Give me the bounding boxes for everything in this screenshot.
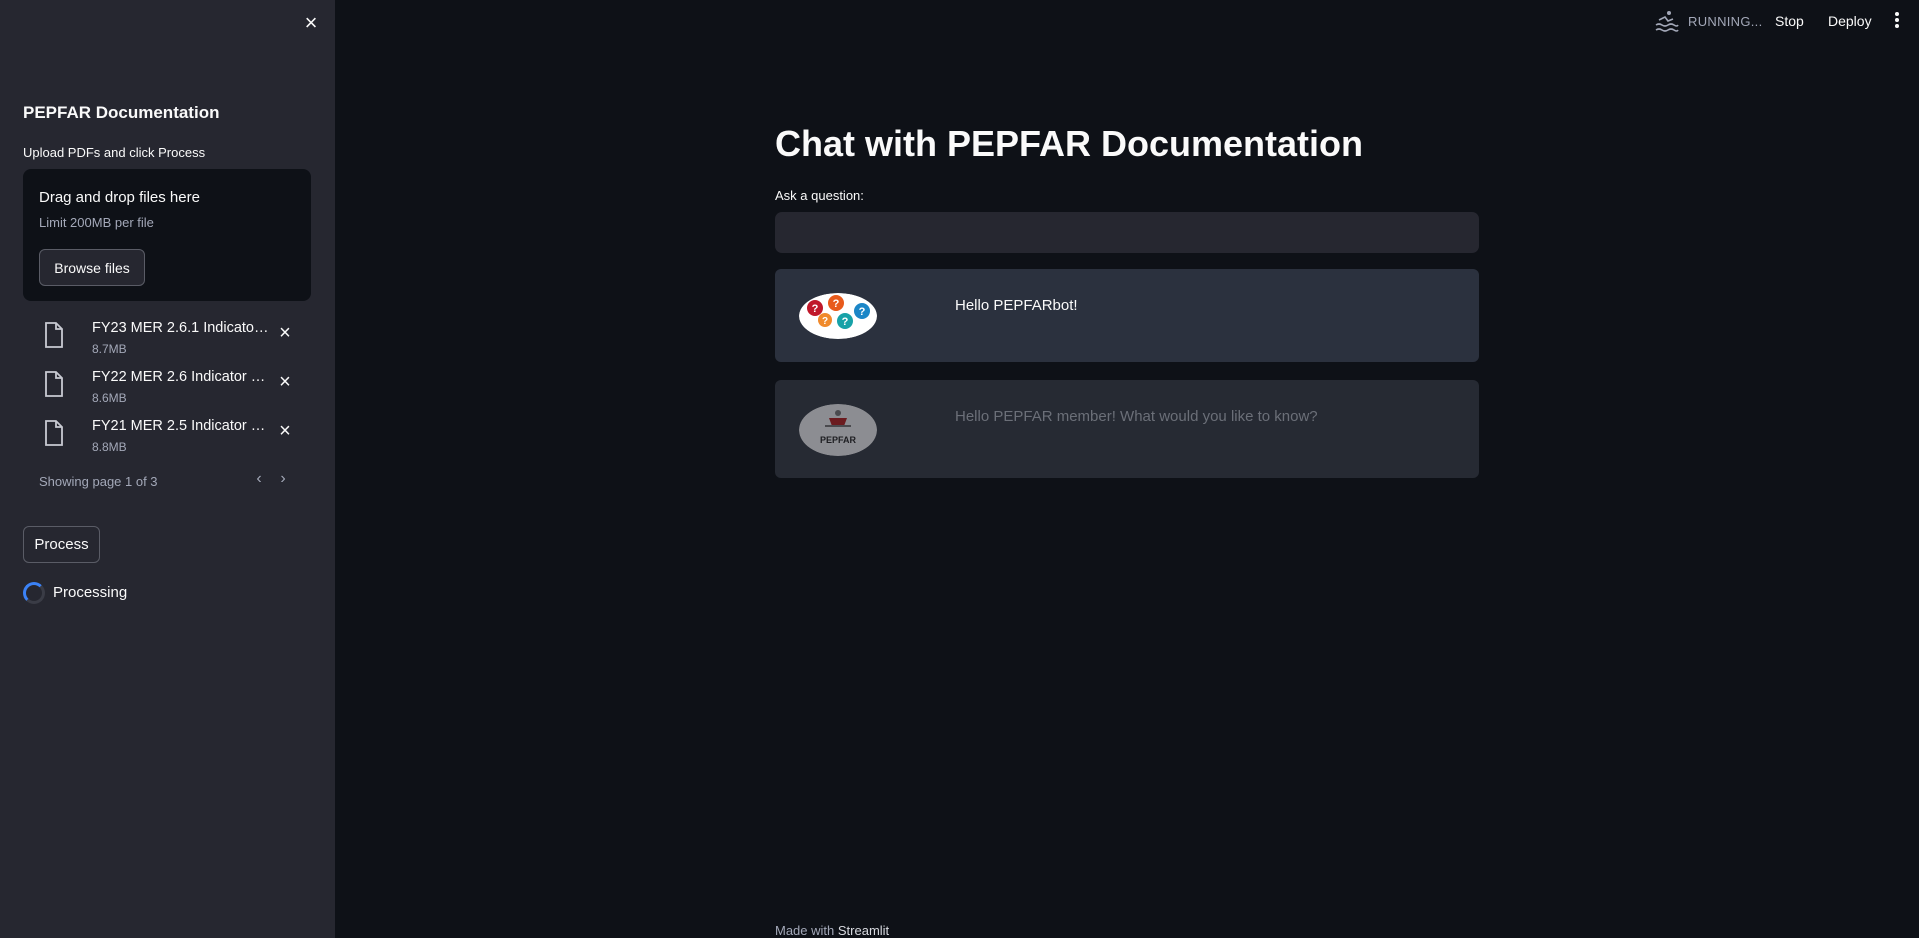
user-message: ? ? ? ? ? Hello PEPFARbot! xyxy=(775,269,1479,362)
running-status-icon xyxy=(1655,11,1679,32)
stop-button[interactable]: Stop xyxy=(1775,13,1804,29)
streamlit-link[interactable]: Streamlit xyxy=(838,923,889,938)
upload-label: Upload PDFs and click Process xyxy=(23,145,206,160)
bot-message: PEPFAR Hello PEPFAR member! What would y… xyxy=(775,380,1479,478)
file-name: FY22 MER 2.6 Indicator Reference Guide xyxy=(92,369,272,385)
svg-text:?: ? xyxy=(822,316,828,327)
file-name: FY21 MER 2.5 Indicator Reference Guide xyxy=(92,418,272,434)
remove-file-icon[interactable]: × xyxy=(276,323,294,343)
uploaded-file-item: FY22 MER 2.6 Indicator Reference Guide 8… xyxy=(40,369,310,415)
svg-text:?: ? xyxy=(859,306,866,318)
spinner-icon xyxy=(23,582,45,604)
file-dropzone[interactable]: Drag and drop files here Limit 200MB per… xyxy=(23,169,311,301)
question-input[interactable] xyxy=(775,212,1479,253)
bot-avatar-pepfar-logo-icon: PEPFAR xyxy=(799,404,877,456)
footer-prefix: Made with xyxy=(775,923,838,938)
chevron-left-icon[interactable]: ‹ xyxy=(249,470,269,492)
svg-text:?: ? xyxy=(833,298,840,310)
file-icon xyxy=(45,322,63,348)
running-status-text: RUNNING... xyxy=(1688,14,1763,29)
dropzone-limit: Limit 200MB per file xyxy=(39,215,154,230)
sidebar-title: PEPFAR Documentation xyxy=(23,103,220,122)
file-size: 8.7MB xyxy=(92,342,127,356)
chevron-right-icon[interactable]: › xyxy=(273,470,293,492)
sidebar: × PEPFAR Documentation Upload PDFs and c… xyxy=(0,0,335,938)
file-size: 8.8MB xyxy=(92,440,127,454)
question-label: Ask a question: xyxy=(775,188,864,203)
processing-label: Processing xyxy=(53,584,128,601)
user-avatar-question-bubbles-icon: ? ? ? ? ? xyxy=(799,293,877,339)
footer: Made with Streamlit xyxy=(775,923,889,938)
uploaded-file-item: FY23 MER 2.6.1 Indicator Reference Guide… xyxy=(40,320,310,366)
file-icon xyxy=(45,420,63,446)
close-sidebar-icon[interactable]: × xyxy=(300,12,322,34)
page-title: Chat with PEPFAR Documentation xyxy=(775,123,1364,164)
file-name: FY23 MER 2.6.1 Indicator Reference Guide xyxy=(92,320,272,336)
process-button[interactable]: Process xyxy=(23,526,100,563)
browse-files-button[interactable]: Browse files xyxy=(39,249,145,286)
uploaded-file-item: FY21 MER 2.5 Indicator Reference Guide 8… xyxy=(40,418,310,464)
main-menu-icon[interactable] xyxy=(1893,11,1901,31)
deploy-button[interactable]: Deploy xyxy=(1828,13,1872,29)
remove-file-icon[interactable]: × xyxy=(276,372,294,392)
pepfar-logo-text: PEPFAR xyxy=(820,435,857,445)
file-icon xyxy=(45,371,63,397)
pagination-text: Showing page 1 of 3 xyxy=(39,474,158,489)
bot-message-text: Hello PEPFAR member! What would you like… xyxy=(955,408,1318,425)
svg-text:?: ? xyxy=(812,303,819,315)
svg-text:?: ? xyxy=(842,316,849,328)
dropzone-title: Drag and drop files here xyxy=(39,189,200,206)
file-size: 8.6MB xyxy=(92,391,127,405)
remove-file-icon[interactable]: × xyxy=(276,421,294,441)
user-message-text: Hello PEPFARbot! xyxy=(955,297,1078,314)
